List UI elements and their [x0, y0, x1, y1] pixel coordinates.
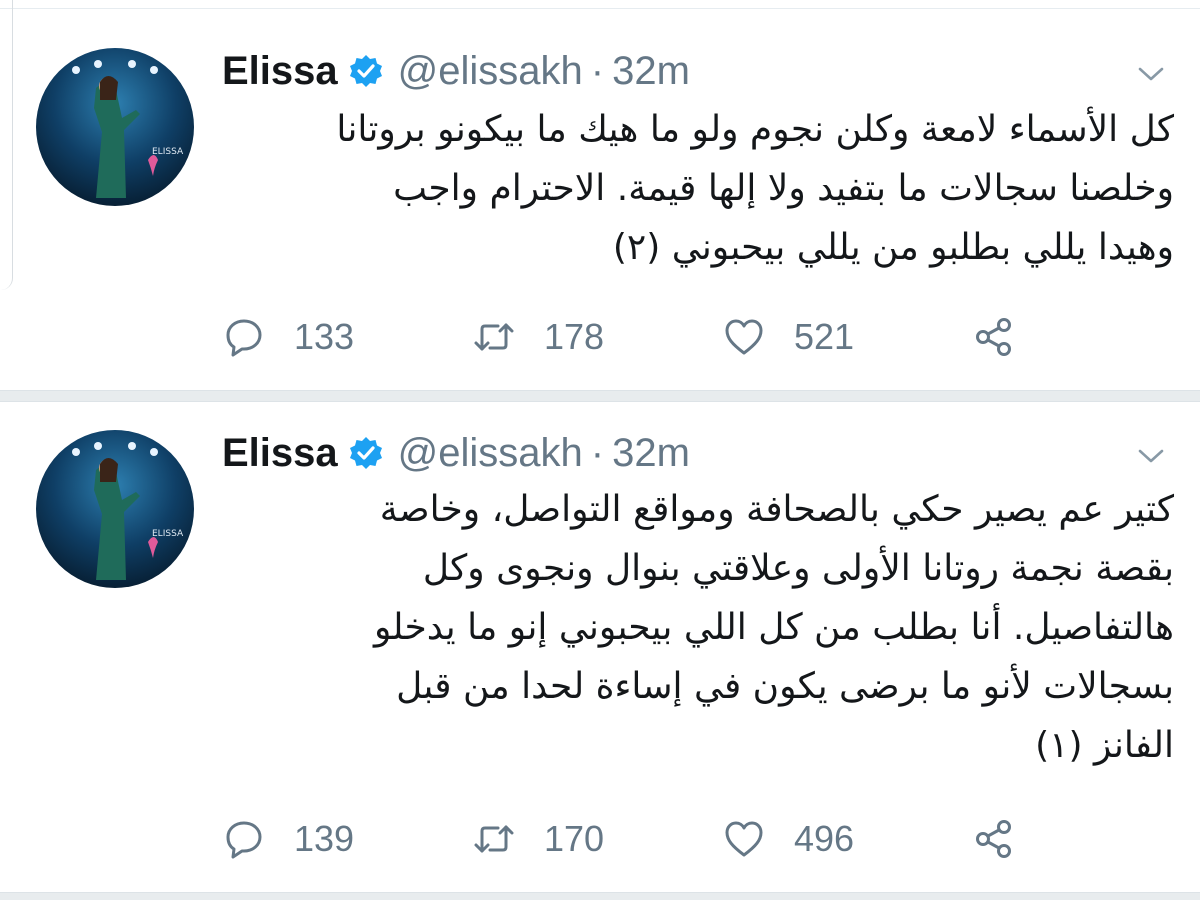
tweet-text-line: وخلصنا سجالات ما بتفيد ولا إلها قيمة. ال…: [393, 168, 1174, 209]
tweet-separator: [0, 390, 1200, 402]
avatar[interactable]: ELISSA: [36, 430, 194, 588]
like-button[interactable]: 496: [722, 814, 854, 864]
author-name[interactable]: Elissa: [222, 49, 338, 94]
retweet-count: 178: [544, 316, 605, 357]
tweet-separator: [0, 892, 1200, 900]
speech-bubble-icon: [222, 817, 266, 861]
top-divider: [0, 8, 1200, 9]
verified-badge-icon: [348, 435, 384, 471]
tweet-text-line: هالتفاصيل. أنا بطلب من كل اللي بيحبوني إ…: [373, 607, 1174, 648]
tweet-time[interactable]: 32m: [612, 431, 690, 476]
like-count: 496: [794, 818, 855, 859]
tweet-text-line: الفانز (١): [1035, 725, 1174, 766]
tweet-text-line: وهيدا يللي بطلبو من يللي بيحبوني (٢): [612, 227, 1174, 268]
avatar-caption: ELISSA: [152, 147, 184, 157]
like-button[interactable]: 521: [722, 312, 854, 362]
tweet-feed: ELISSA Elissa @elissakh · 32m كل الأسماء…: [0, 0, 1200, 900]
tweet-text-line: بسجالات لأنو ما برضى يكون في إساءة لحدا …: [396, 666, 1174, 707]
separator-dot: ·: [590, 430, 605, 475]
author-name[interactable]: Elissa: [222, 431, 338, 476]
like-count: 521: [794, 316, 855, 357]
heart-icon: [722, 817, 766, 861]
share-button[interactable]: [972, 312, 1016, 362]
share-icon: [972, 315, 1016, 359]
avatar[interactable]: ELISSA: [36, 48, 194, 206]
tweet-time[interactable]: 32m: [612, 49, 690, 94]
speech-bubble-icon: [222, 315, 266, 359]
share-button[interactable]: [972, 814, 1016, 864]
tweet-actions: 133 178 521: [222, 312, 1042, 362]
heart-icon: [722, 315, 766, 359]
reply-count: 133: [294, 316, 355, 357]
tweet-actions: 139 170 496: [222, 814, 1042, 864]
author-handle[interactable]: @elissakh: [398, 431, 583, 476]
tweet-text-line: كل الأسماء لامعة وكلن نجوم ولو ما هيك ما…: [336, 109, 1174, 150]
tweet-text-line: كتير عم يصير حكي بالصحافة ومواقع التواصل…: [379, 489, 1174, 530]
retweet-count: 170: [544, 818, 605, 859]
share-icon: [972, 817, 1016, 861]
retweet-button[interactable]: 170: [472, 814, 604, 864]
tweet-header: Elissa @elissakh · 32m: [222, 428, 690, 478]
reply-button[interactable]: 133: [222, 312, 354, 362]
tweet-text: كتير عم يصير حكي بالصحافة ومواقع التواصل…: [222, 480, 1174, 775]
tweet-header: Elissa @elissakh · 32m: [222, 46, 690, 96]
retweet-icon: [472, 817, 516, 861]
tweet[interactable]: ELISSA Elissa @elissakh · 32m كل الأسماء…: [0, 20, 1200, 392]
retweet-icon: [472, 315, 516, 359]
verified-badge-icon: [348, 53, 384, 89]
tweet[interactable]: ELISSA Elissa @elissakh · 32m كتير عم يص…: [0, 402, 1200, 896]
tweet-text: كل الأسماء لامعة وكلن نجوم ولو ما هيك ما…: [222, 100, 1174, 277]
chevron-down-icon[interactable]: [1136, 64, 1166, 84]
avatar-caption: ELISSA: [152, 529, 184, 539]
retweet-button[interactable]: 178: [472, 312, 604, 362]
reply-button[interactable]: 139: [222, 814, 354, 864]
reply-count: 139: [294, 818, 355, 859]
chevron-down-icon[interactable]: [1136, 446, 1166, 466]
separator-dot: ·: [590, 48, 605, 93]
author-handle[interactable]: @elissakh: [398, 49, 583, 94]
tweet-text-line: بقصة نجمة روتانا الأولى وعلاقتي بنوال ون…: [422, 548, 1174, 589]
